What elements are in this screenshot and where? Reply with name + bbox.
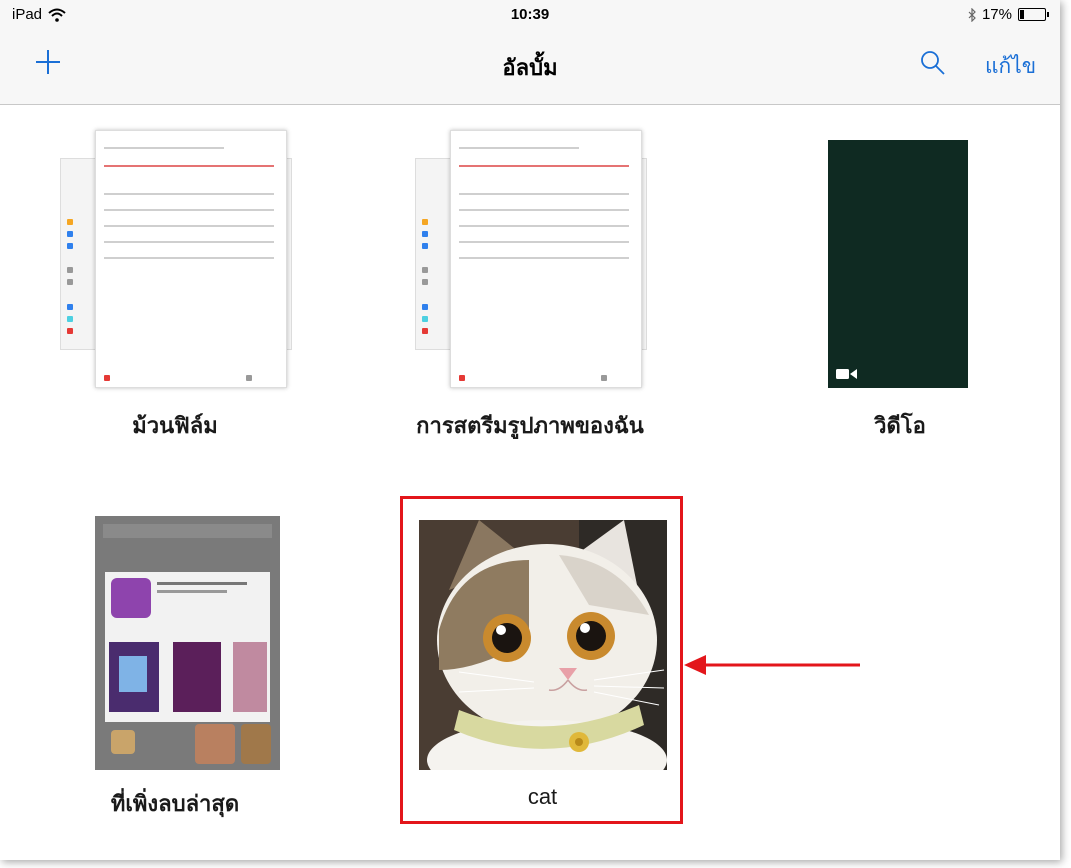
album-label: การสตรีมรูปภาพของฉัน	[416, 413, 644, 438]
photos-app-window: iPad 10:39 17% อัลบั้ม แก้ไข ม้วนฟิล์ม ก…	[0, 0, 1060, 860]
album-videos[interactable]: วิดีโอ	[800, 128, 1000, 448]
album-my-photo-stream[interactable]: การสตรีมรูปภาพของฉัน	[415, 128, 647, 448]
album-recently-deleted[interactable]: ที่เพิ่งลบล่าสุด	[60, 512, 290, 816]
album-label: ม้วนฟิล์ม	[132, 413, 218, 438]
album-thumbnail	[95, 516, 280, 770]
screenshot-front	[450, 130, 642, 388]
video-camera-icon	[836, 369, 857, 379]
battery-percent: 17%	[981, 6, 1012, 23]
album-thumbnail	[60, 128, 292, 388]
highlight-box	[400, 496, 683, 824]
screenshot-front	[95, 130, 287, 388]
battery-level	[1020, 10, 1024, 19]
edit-button[interactable]: แก้ไข	[985, 50, 1036, 83]
album-camera-roll[interactable]: ม้วนฟิล์ม	[60, 128, 292, 448]
status-bar: iPad 10:39 17%	[0, 0, 1060, 28]
battery-icon	[1018, 8, 1049, 21]
bluetooth-icon	[968, 7, 976, 22]
album-thumbnail	[415, 128, 647, 388]
album-label: วิดีโอ	[874, 413, 926, 438]
status-right: 17%	[968, 6, 1049, 23]
status-time: 10:39	[510, 6, 550, 23]
album-thumbnail	[828, 140, 968, 388]
album-label: ที่เพิ่งลบล่าสุด	[110, 791, 240, 816]
search-button[interactable]	[918, 48, 948, 78]
page-title: อัลบั้ม	[502, 55, 558, 80]
annotation-arrow	[684, 655, 860, 675]
navigation-bar: อัลบั้ม แก้ไข	[0, 28, 1060, 105]
search-icon	[921, 51, 945, 75]
